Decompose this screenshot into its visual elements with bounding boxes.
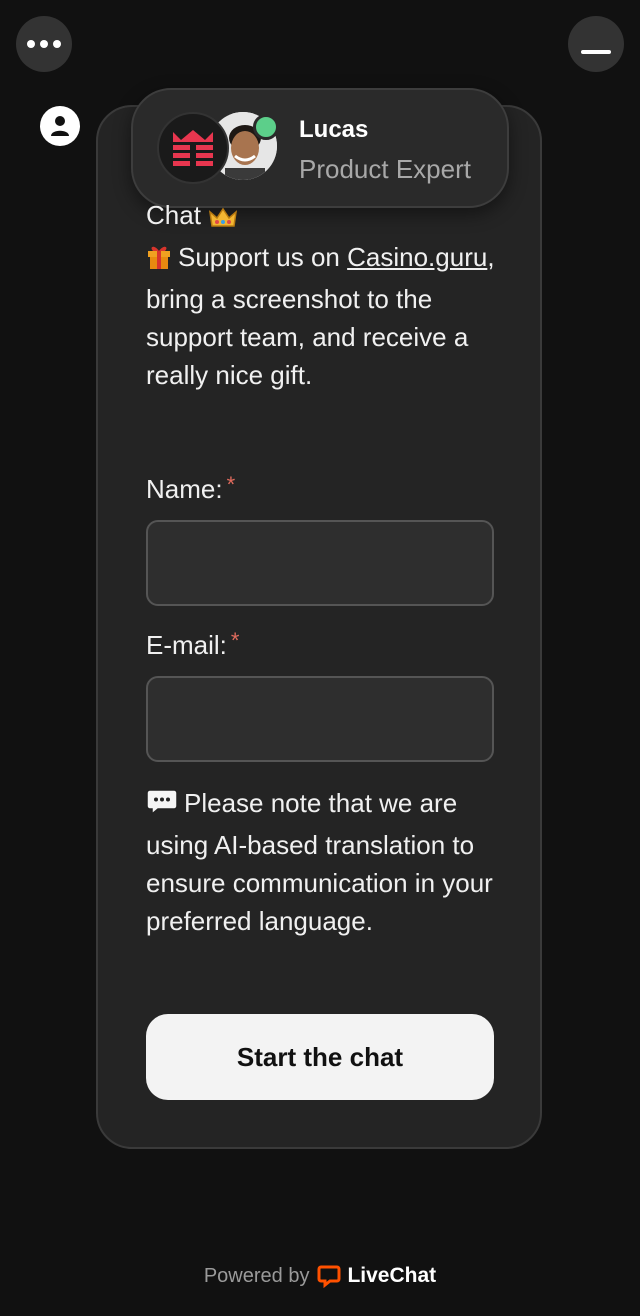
- email-label: E-mail: *: [146, 628, 239, 661]
- name-label-text: Name:: [146, 474, 223, 504]
- casino-guru-link[interactable]: Casino.guru: [347, 242, 487, 272]
- brand-logo-icon: [157, 112, 229, 184]
- agent-header: Lucas Product Expert: [131, 88, 509, 208]
- name-input[interactable]: [146, 520, 494, 606]
- user-icon: [51, 116, 69, 136]
- livechat-logo-icon: [317, 1265, 341, 1288]
- more-horizontal-icon: [27, 40, 61, 48]
- gift-icon: [146, 242, 172, 280]
- powered-by-footer: Powered by LiveChat: [0, 1264, 640, 1288]
- livechat-brand: LiveChat: [347, 1264, 437, 1287]
- crown-icon: [208, 200, 238, 238]
- start-chat-button[interactable]: Start the chat: [146, 1014, 494, 1100]
- welcome-title: Chat: [146, 200, 201, 230]
- translation-notice-text: Please note that we are using AI-based t…: [146, 788, 493, 936]
- email-label-text: E-mail:: [146, 630, 227, 660]
- email-input[interactable]: [146, 676, 494, 762]
- user-profile-button[interactable]: [40, 106, 80, 146]
- powered-by-text: Powered by: [203, 1264, 310, 1287]
- speech-bubble-icon: [146, 788, 178, 826]
- welcome-message: Chat Support us on Casino.guru, bring a: [146, 196, 496, 394]
- minimize-button[interactable]: [568, 16, 624, 72]
- name-label: Name: *: [146, 472, 235, 505]
- required-marker: *: [230, 628, 240, 653]
- livechat-link[interactable]: LiveChat: [317, 1264, 436, 1288]
- agent-name: Lucas: [299, 116, 369, 143]
- menu-button[interactable]: [16, 16, 72, 72]
- chat-widget: Lucas Product Expert Chat Support us on …: [0, 0, 640, 1316]
- minimize-icon: [581, 50, 611, 54]
- welcome-text: Support us on: [178, 242, 348, 272]
- required-marker: *: [226, 472, 236, 497]
- online-status-indicator: [253, 114, 279, 140]
- translation-notice: Please note that we are using AI-based t…: [146, 784, 498, 940]
- agent-role: Product Expert: [299, 154, 471, 184]
